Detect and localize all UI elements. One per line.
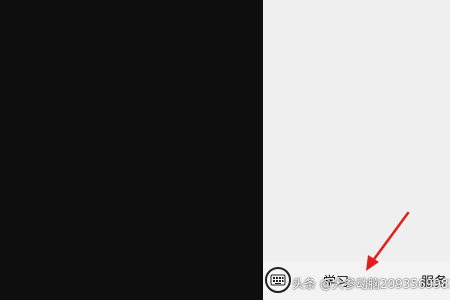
red-arrow-annotation: [366, 211, 410, 271]
keyboard-icon: [270, 274, 286, 286]
dark-content-area: [0, 0, 263, 300]
watermark-text: 头条 @大参动脑2093569983: [292, 277, 450, 291]
keyboard-toggle-button[interactable]: [265, 267, 291, 293]
light-content-area: [263, 0, 450, 300]
